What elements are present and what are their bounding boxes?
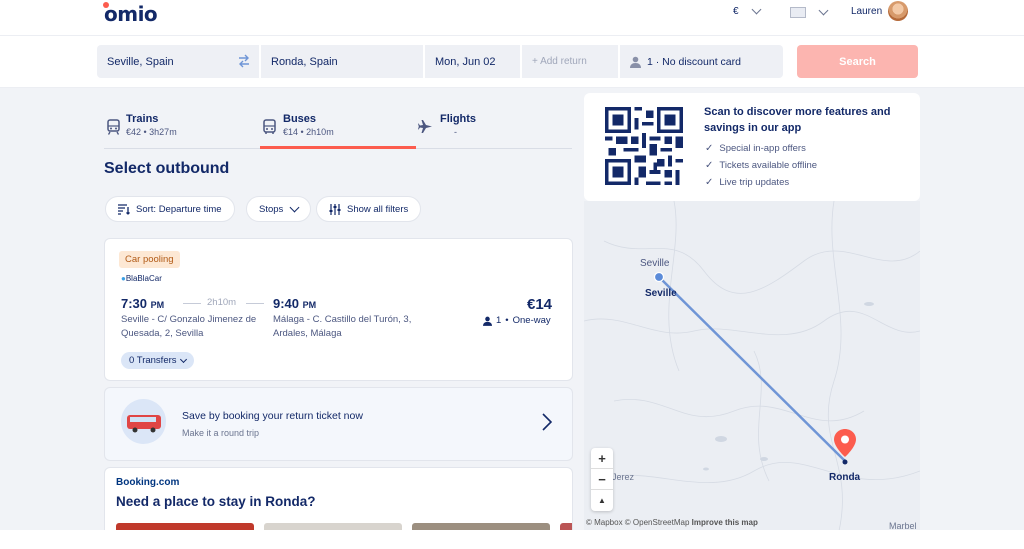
logo-dot [103,2,109,8]
check-icon: ✓ [705,160,714,171]
tab-label: Trains [126,113,159,125]
sort-icon [118,203,130,215]
bottom-edge [0,530,1024,549]
depart-date-field[interactable]: Mon, Jun 02 [425,45,520,78]
map-zoom-controls: + − ▲ [591,448,613,511]
origin-marker[interactable] [653,271,665,283]
stops-filter-button[interactable]: Stops [246,196,312,222]
route-line [658,276,846,462]
currency-symbol: € [733,6,739,17]
destination-input[interactable]: Ronda, Spain [261,45,423,78]
transfers-toggle[interactable]: 0 Transfers [121,352,194,369]
departure-station: Seville - C/ Gonzalo Jimenez de Quesada,… [121,314,257,339]
user-name: Lauren [851,6,883,17]
avatar[interactable] [888,1,908,21]
map-attribution: © Mapbox © OpenStreetMap Improve this ma… [586,518,758,527]
app-feature-item: ✓ Live trip updates [705,177,790,188]
map-canvas [584,201,920,531]
destination-dot [842,459,848,465]
omio-logo[interactable]: omio [103,2,158,26]
qr-code-icon[interactable] [605,107,683,190]
trip-duration: 2h10m [207,297,237,308]
booking-logo: Booking.com [116,477,180,488]
map-label-jerez: Jerez [612,472,635,482]
tab-flights[interactable]: Flights - [440,113,476,137]
ticket-price: €14 [527,296,553,313]
booking-title: Need a place to stay in Ronda? [116,494,316,509]
zoom-out-button[interactable]: − [591,469,613,490]
chevron-down-icon [751,4,762,15]
check-icon: ✓ [705,177,714,188]
tab-buses[interactable]: Buses €14 • 2h10m [283,113,334,137]
tab-label: Flights [440,113,477,125]
flag-icon [790,7,806,18]
tab-sublabel: €42 • 3h27m [126,127,177,137]
improve-map-link[interactable]: Improve this map [692,518,758,527]
passenger-info: 1 • One-way [483,314,551,328]
app-feature-item: ✓ Tickets available offline [705,160,818,171]
page-title: Select outbound [104,160,230,177]
filter-sliders-icon [329,203,341,215]
arrival-station: Málaga - C. Castillo del Turón, 3, Ardal… [273,314,412,339]
sort-button[interactable]: Sort: Departure time [105,196,235,222]
timeline-divider [246,303,264,304]
zoom-in-button[interactable]: + [591,448,613,469]
search-button[interactable]: Search [797,45,918,78]
route-map[interactable] [584,201,920,531]
return-promo-subtitle: Make it a round trip [182,428,260,438]
chevron-down-icon [289,202,300,212]
app-feature-item: ✓ Special in-app offers [705,143,806,154]
timeline-divider [183,303,201,304]
passengers-field[interactable]: 1 · No discount card [620,45,783,78]
person-icon [630,56,641,68]
plane-icon [418,119,433,139]
map-label-ronda: Ronda [829,472,861,483]
tab-trains[interactable]: Trains €42 • 3h27m [126,113,177,137]
tab-sublabel: - [454,127,457,137]
bus-icon [263,119,276,140]
user-menu[interactable]: Lauren [851,6,882,17]
chevron-down-icon [179,355,187,363]
swap-icon[interactable] [237,54,251,73]
tab-sublabel: €14 • 2h10m [283,127,334,137]
check-icon: ✓ [705,143,714,154]
return-promo-title: Save by booking your return ticket now [182,410,363,422]
compass-icon[interactable]: ▲ [591,490,613,511]
language-selector[interactable] [790,5,829,18]
blablacar-logo: ●BlaBlaCar [121,274,162,283]
map-label-seville: Seville [640,258,670,269]
train-icon [107,119,120,140]
chevron-down-icon [818,5,829,16]
origin-input[interactable]: Seville, Spain [97,45,259,78]
person-icon [483,316,492,326]
bus-illustration-icon [121,399,166,444]
return-promo-card[interactable] [104,387,573,461]
map-label-seville-bold: Seville [645,288,677,299]
active-tab-indicator [260,146,416,149]
tab-label: Buses [283,113,317,125]
app-promo-title: Scan to discover more features and savin… [704,106,891,134]
arrival-time: 9:40 PM [273,296,317,311]
show-all-filters-button[interactable]: Show all filters [316,196,422,222]
departure-time: 7:30 PM [121,296,165,311]
return-date-field[interactable]: + Add return [522,45,618,78]
currency-selector[interactable]: € [733,4,762,17]
car-pooling-badge: Car pooling [119,251,180,268]
chevron-right-icon[interactable] [542,413,553,436]
